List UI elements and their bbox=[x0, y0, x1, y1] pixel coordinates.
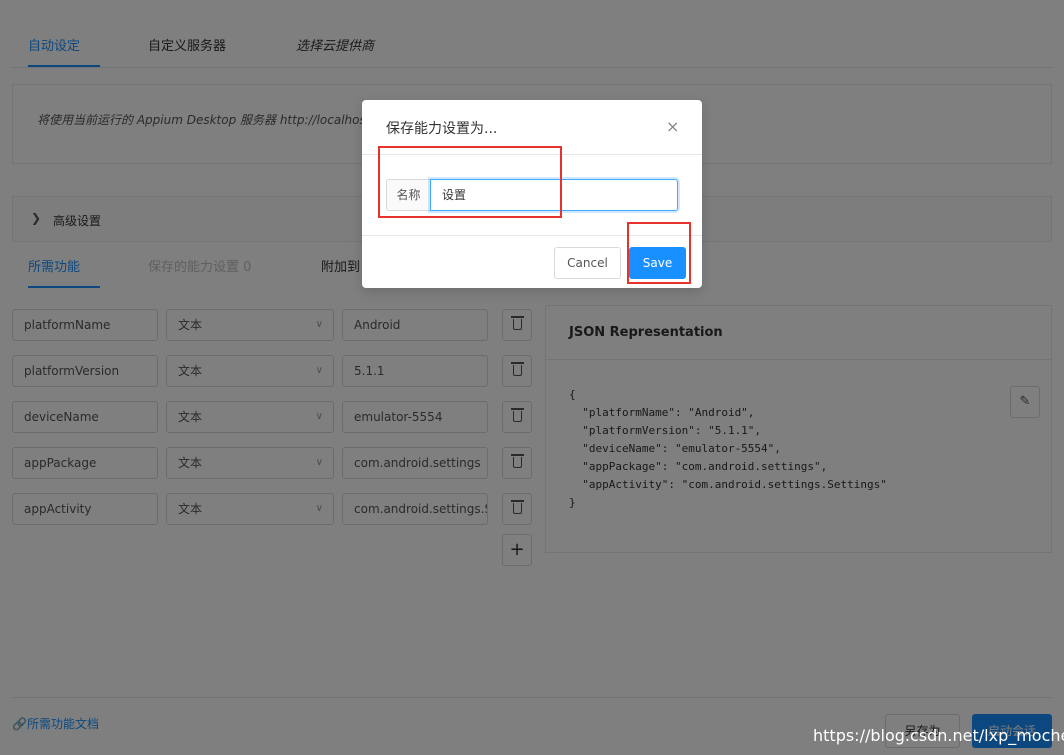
highlight-box-save-button bbox=[627, 222, 691, 284]
modal-title: 保存能力设置为... bbox=[386, 121, 498, 137]
cancel-button[interactable]: Cancel bbox=[554, 247, 621, 279]
close-icon[interactable]: × bbox=[666, 117, 679, 136]
highlight-box-name-field bbox=[378, 146, 562, 218]
watermark-text: https://blog.csdn.net/lxp_mocheng bbox=[813, 726, 1064, 745]
